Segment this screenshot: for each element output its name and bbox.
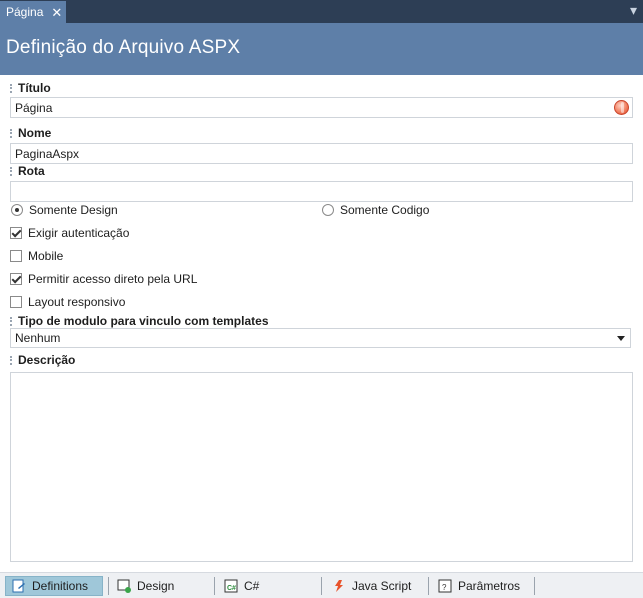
nome-field[interactable]: PaginaAspx: [10, 143, 633, 164]
tab-separator: [108, 577, 109, 595]
tabstrip-dropdown-icon[interactable]: ▾: [630, 3, 637, 17]
radio-somente-codigo-label: Somente Codigo: [340, 203, 430, 217]
tipo-modulo-select[interactable]: Nenhum: [10, 328, 631, 348]
nome-label-row: Nome: [10, 126, 51, 140]
checkbox-exigir-autenticacao-box[interactable]: [10, 227, 22, 239]
tab-separator: [321, 577, 322, 595]
tab-parametros[interactable]: ? Parâmetros: [432, 576, 520, 596]
checkbox-label: Exigir autenticação: [28, 226, 130, 240]
checkbox-permitir-acesso[interactable]: Permitir acesso direto pela URL: [10, 272, 197, 286]
checkbox-mobile[interactable]: Mobile: [10, 249, 63, 263]
tab-javascript-label: Java Script: [352, 579, 412, 593]
tipo-modulo-label: Tipo de modulo para vinculo com template…: [18, 314, 269, 328]
checkbox-layout-responsivo[interactable]: Layout responsivo: [10, 295, 125, 309]
rota-field[interactable]: [10, 181, 633, 202]
csharp-icon: C#: [224, 579, 238, 593]
svg-text:C#: C#: [227, 585, 236, 592]
radio-somente-codigo-button[interactable]: [322, 204, 334, 216]
tab-pagina[interactable]: Página ✕: [0, 1, 66, 23]
javascript-icon: [332, 579, 346, 593]
tipo-modulo-label-row: Tipo de modulo para vinculo com template…: [10, 314, 269, 328]
grip-icon: [10, 355, 16, 365]
page-header: Definição do Arquivo ASPX: [0, 23, 643, 75]
tab-definitions[interactable]: Definitions: [5, 576, 103, 596]
checkbox-label: Mobile: [28, 249, 64, 263]
bottom-tabbar: Definitions Design C# C# Java Script ? P…: [0, 572, 643, 598]
titulo-field[interactable]: Página: [10, 97, 633, 118]
tab-definitions-label: Definitions: [32, 579, 89, 593]
rota-label: Rota: [18, 164, 45, 178]
tab-javascript[interactable]: Java Script: [326, 576, 411, 596]
design-icon: [117, 579, 131, 593]
tab-separator: [534, 577, 535, 595]
grip-icon: [10, 316, 16, 326]
tab-title: Página: [6, 5, 44, 19]
checkbox-label: Layout responsivo: [28, 295, 126, 309]
checkbox-label: Permitir acesso direto pela URL: [28, 272, 198, 286]
grip-icon: [10, 166, 16, 176]
tipo-modulo-value: Nenhum: [15, 331, 61, 345]
radio-somente-design-button[interactable]: [11, 204, 23, 216]
checkbox-exigir-autenticacao[interactable]: Exigir autenticação: [10, 226, 129, 240]
close-icon[interactable]: ✕: [51, 6, 62, 19]
tab-design-label: Design: [137, 579, 175, 593]
grip-icon: [10, 128, 16, 138]
globe-icon[interactable]: [614, 100, 629, 115]
nome-value: PaginaAspx: [15, 146, 80, 161]
tab-csharp[interactable]: C# C#: [218, 576, 259, 596]
titulo-label-row: Título: [10, 81, 51, 95]
radio-somente-design-label: Somente Design: [29, 203, 118, 217]
titulo-value: Página: [15, 100, 53, 115]
grip-icon: [10, 83, 16, 93]
rota-label-row: Rota: [10, 164, 45, 178]
descricao-label-row: Descrição: [10, 353, 75, 367]
svg-text:?: ?: [442, 583, 447, 592]
checkbox-layout-responsivo-box[interactable]: [10, 296, 22, 308]
tab-separator: [428, 577, 429, 595]
radio-somente-codigo[interactable]: Somente Codigo: [322, 203, 429, 217]
descricao-label: Descrição: [18, 353, 76, 367]
descricao-textarea[interactable]: [10, 372, 633, 562]
tab-separator: [214, 577, 215, 595]
checkbox-permitir-acesso-box[interactable]: [10, 273, 22, 285]
radio-somente-design[interactable]: Somente Design: [11, 203, 118, 217]
tab-csharp-label: C#: [244, 579, 260, 593]
document-tabstrip: Página ✕ ▾: [0, 0, 643, 23]
page-title: Definição do Arquivo ASPX: [6, 37, 241, 58]
chevron-down-icon[interactable]: [617, 336, 625, 341]
tab-design[interactable]: Design: [111, 576, 174, 596]
parameters-icon: ?: [438, 579, 452, 593]
tab-parametros-label: Parâmetros: [458, 579, 521, 593]
titulo-label: Título: [18, 81, 51, 95]
nome-label: Nome: [18, 126, 52, 140]
definitions-icon: [12, 579, 26, 593]
checkbox-mobile-box[interactable]: [10, 250, 22, 262]
